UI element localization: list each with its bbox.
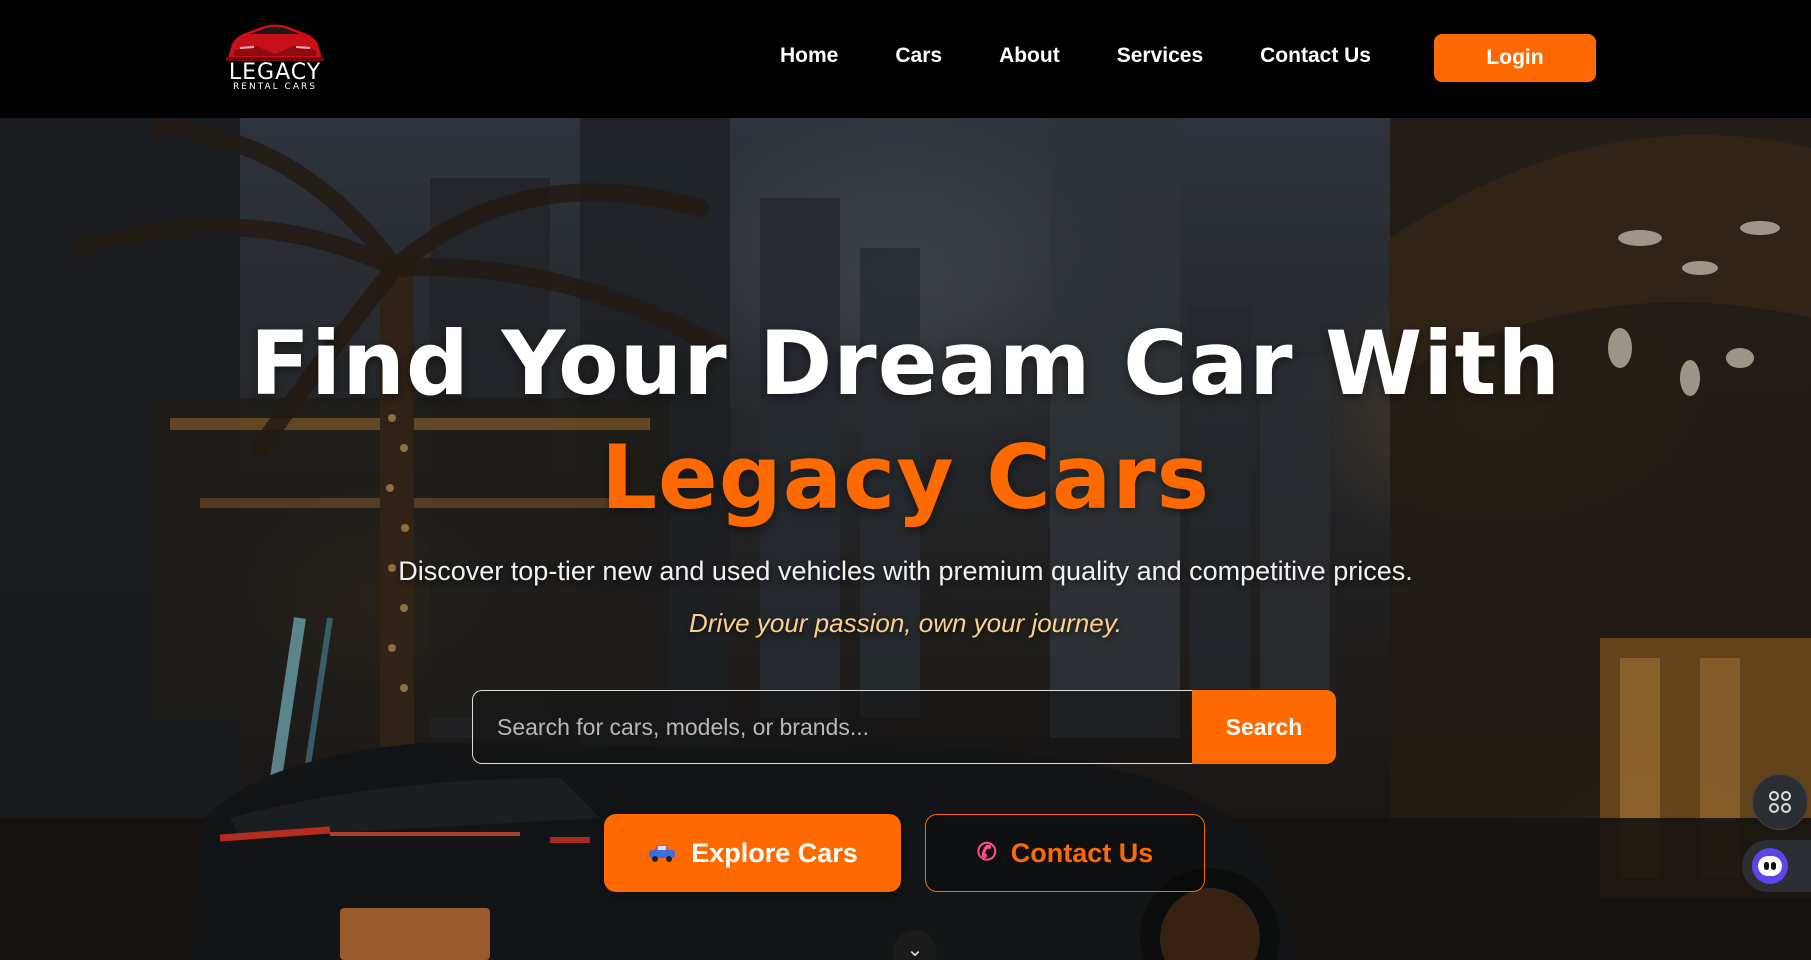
hero-title: Find Your Dream Car With [249,312,1562,415]
search-bar: Search [472,690,1336,764]
main-nav: Home Cars About Services Contact Us [780,40,1371,72]
hero-section: Find Your Dream Car With Legacy Cars Dis… [0,118,1811,960]
navbar: LEGACY RENTAL CARS Home Cars About Servi… [0,0,1811,118]
brand-logo[interactable]: LEGACY RENTAL CARS [220,20,330,92]
assistant-icon[interactable] [1742,840,1811,892]
nav-about[interactable]: About [999,44,1060,68]
explore-cars-label: Explore Cars [691,837,858,868]
explore-cars-button[interactable]: Explore Cars [604,814,901,892]
nav-services[interactable]: Services [1117,44,1203,68]
hero-title-accent: Legacy Cars [600,426,1211,529]
login-button[interactable]: Login [1434,34,1596,82]
apps-grid-icon[interactable] [1752,774,1808,830]
contact-us-label: Contact Us [1010,837,1154,868]
hero-tagline: Drive your passion, own your journey. [688,608,1123,638]
phone-icon: ✆ [976,839,997,866]
nav-cars[interactable]: Cars [895,44,942,68]
search-button[interactable]: Search [1192,690,1336,764]
nav-home[interactable]: Home [780,44,838,68]
brand-name: LEGACY [228,60,322,85]
city-night-background-image [0,118,1811,960]
hero-subtitle: Discover top-tier new and used vehicles … [398,556,1413,586]
contact-us-button[interactable]: ✆ Contact Us [925,814,1205,892]
car-logo-icon [226,24,324,61]
brand-subname: RENTAL CARS [233,82,317,92]
search-input[interactable] [472,690,1194,764]
nav-contact-us[interactable]: Contact Us [1260,44,1371,68]
car-icon [649,845,676,862]
